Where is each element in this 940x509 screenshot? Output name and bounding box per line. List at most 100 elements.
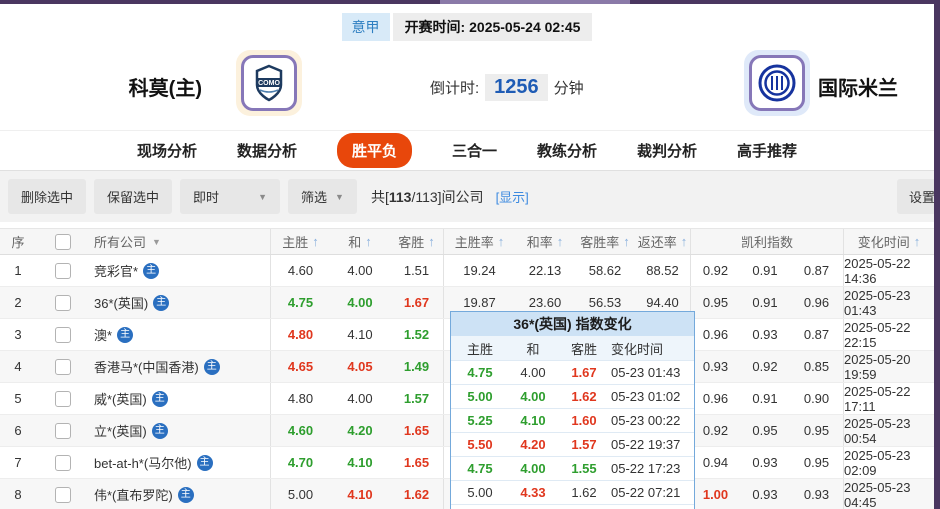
away-odds: 1.49 (403, 359, 430, 374)
popup-home-odds: 5.00 (467, 389, 493, 404)
company-name[interactable]: 立*(英国) (94, 421, 147, 440)
col-header-away-rate[interactable]: 客胜率 ↑ (575, 229, 635, 254)
draw-rate: 22.13 (528, 263, 562, 278)
sort-asc-icon: ↑ (913, 234, 921, 249)
col-header-home-odds[interactable]: 主胜 ↑ (270, 229, 330, 254)
company-name[interactable]: 威*(英国) (94, 389, 147, 408)
home-rate: 19.24 (443, 255, 515, 286)
table-row[interactable]: 1 竞彩官* 主 4.60 4.00 1.51 19.24 22.13 58.62… (0, 255, 934, 287)
kelly-draw: 0.95 (752, 423, 778, 438)
change-time: 2025-05-22 17:11 (843, 383, 934, 414)
col-header-return-rate[interactable]: 返还率 ↑ (635, 229, 690, 254)
kelly-draw: 0.91 (752, 263, 778, 278)
company-cell: 香港马*(中国香港) 主 (90, 351, 270, 382)
row-checkbox[interactable] (55, 358, 71, 375)
delete-selected-button[interactable]: 删除选中 (8, 179, 87, 214)
top-scrollbar-thumb[interactable] (440, 0, 630, 4)
row-checkbox[interactable] (55, 454, 71, 471)
tab-coach-analysis[interactable]: 教练分析 (537, 140, 597, 161)
kelly-away: 0.95 (803, 455, 830, 470)
popup-draw-odds: 4.00 (520, 389, 546, 404)
company-name[interactable]: 澳* (94, 325, 112, 344)
popup-home-odds: 5.25 (467, 413, 493, 428)
col-header-draw-rate[interactable]: 和率 ↑ (515, 229, 575, 254)
away-odds: 1.51 (403, 263, 430, 278)
company-cell: 伟*(直布罗陀) 主 (90, 479, 270, 509)
top-frame-bar (0, 0, 940, 4)
company-name[interactable]: bet-at-h*(马尔他) (94, 453, 192, 472)
countdown: 倒计时: 1256 分钟 (430, 74, 584, 101)
kelly-away: 0.85 (803, 359, 830, 374)
row-checkbox-cell (36, 383, 90, 414)
home-odds: 4.75 (270, 287, 330, 318)
change-time: 2025-05-23 00:54 (843, 415, 934, 446)
row-checkbox[interactable] (55, 294, 71, 311)
right-frame-bar[interactable] (934, 0, 940, 509)
tab-live-analysis[interactable]: 现场分析 (137, 140, 197, 161)
away-odds: 1.62 (403, 487, 430, 502)
sort-asc-icon: ↑ (556, 234, 564, 249)
row-checkbox[interactable] (55, 486, 71, 503)
draw-odds: 4.05 (347, 359, 373, 374)
return-rate: 88.52 (646, 263, 679, 278)
kelly-home: 1.00 (690, 479, 740, 509)
popup-change-time: 05-22 07:21 (611, 485, 681, 500)
popup-col-home: 主胜 (466, 341, 493, 357)
tab-referee-analysis[interactable]: 裁判分析 (637, 140, 697, 161)
filter-dropdown[interactable]: 筛选 ▼ (288, 179, 357, 214)
row-checkbox[interactable] (55, 390, 71, 407)
kelly-home: 0.92 (690, 415, 740, 446)
home-odds: 4.60 (270, 255, 330, 286)
popup-away-odds: 1.62 (571, 389, 597, 404)
company-name[interactable]: 36*(英国) (94, 293, 148, 312)
company-name[interactable]: 香港马*(中国香港) (94, 357, 199, 376)
live-odds-dropdown[interactable]: 即时 ▼ (180, 179, 281, 214)
draw-odds: 4.10 (347, 455, 373, 470)
company-name[interactable]: 伟*(直布罗陀) (94, 485, 173, 504)
draw-odds: 4.10 (347, 327, 373, 342)
company-cell: 36*(英国) 主 (90, 287, 270, 318)
col-header-home-rate[interactable]: 主胜率 ↑ (443, 229, 515, 254)
primary-badge-icon: 主 (177, 486, 194, 503)
change-time: 2025-05-22 14:36 (843, 255, 934, 286)
show-link[interactable]: [显示] (496, 187, 529, 206)
col-header-away-odds[interactable]: 客胜 ↑ (390, 229, 443, 254)
away-odds: 1.57 (403, 391, 430, 406)
kelly-draw: 0.93 (752, 327, 778, 342)
row-checkbox[interactable] (55, 422, 71, 439)
popup-home-odds: 4.75 (467, 461, 493, 476)
sort-asc-icon: ↑ (365, 234, 372, 249)
league-badge[interactable]: 意甲 (341, 13, 390, 41)
popup-away-odds: 1.55 (571, 461, 597, 476)
col-header-company[interactable]: 所有公司 ▼ (90, 229, 270, 254)
popup-draw-odds: 4.20 (520, 437, 546, 452)
select-all-checkbox[interactable] (55, 233, 71, 250)
tab-data-analysis[interactable]: 数据分析 (237, 140, 297, 161)
home-odds: 4.80 (270, 319, 330, 350)
kelly-away: 0.90 (803, 391, 830, 406)
kelly-home: 0.94 (690, 447, 740, 478)
primary-badge-icon: 主 (143, 262, 160, 279)
kelly-home: 0.93 (690, 351, 740, 382)
popup-away-odds: 1.57 (571, 437, 597, 452)
row-checkbox[interactable] (55, 326, 71, 343)
row-checkbox-cell (36, 415, 90, 446)
count-number: 113 (388, 188, 412, 205)
keep-selected-button[interactable]: 保留选中 (94, 179, 173, 214)
company-name[interactable]: 竞彩官* (94, 261, 138, 280)
tab-win-draw-lose[interactable]: 胜平负 (336, 133, 412, 168)
chevron-down-icon: ▼ (258, 191, 268, 202)
col-header-draw-odds[interactable]: 和 ↑ (330, 229, 390, 254)
row-seq: 3 (14, 327, 22, 342)
company-cell: 威*(英国) 主 (90, 383, 270, 414)
home-odds: 4.65 (270, 351, 330, 382)
col-header-change-time[interactable]: 变化时间 ↑ (843, 229, 934, 254)
row-seq: 8 (14, 487, 22, 502)
popup-home-odds: 5.50 (467, 437, 493, 452)
draw-odds: 4.20 (347, 423, 373, 438)
tab-expert-picks[interactable]: 高手推荐 (737, 140, 797, 161)
tab-three-in-one[interactable]: 三合一 (452, 140, 497, 161)
row-checkbox[interactable] (55, 262, 71, 279)
popup-row: 5.50 4.20 1.57 05-22 19:37 (451, 432, 694, 456)
popup-change-time: 05-23 01:02 (611, 389, 681, 404)
